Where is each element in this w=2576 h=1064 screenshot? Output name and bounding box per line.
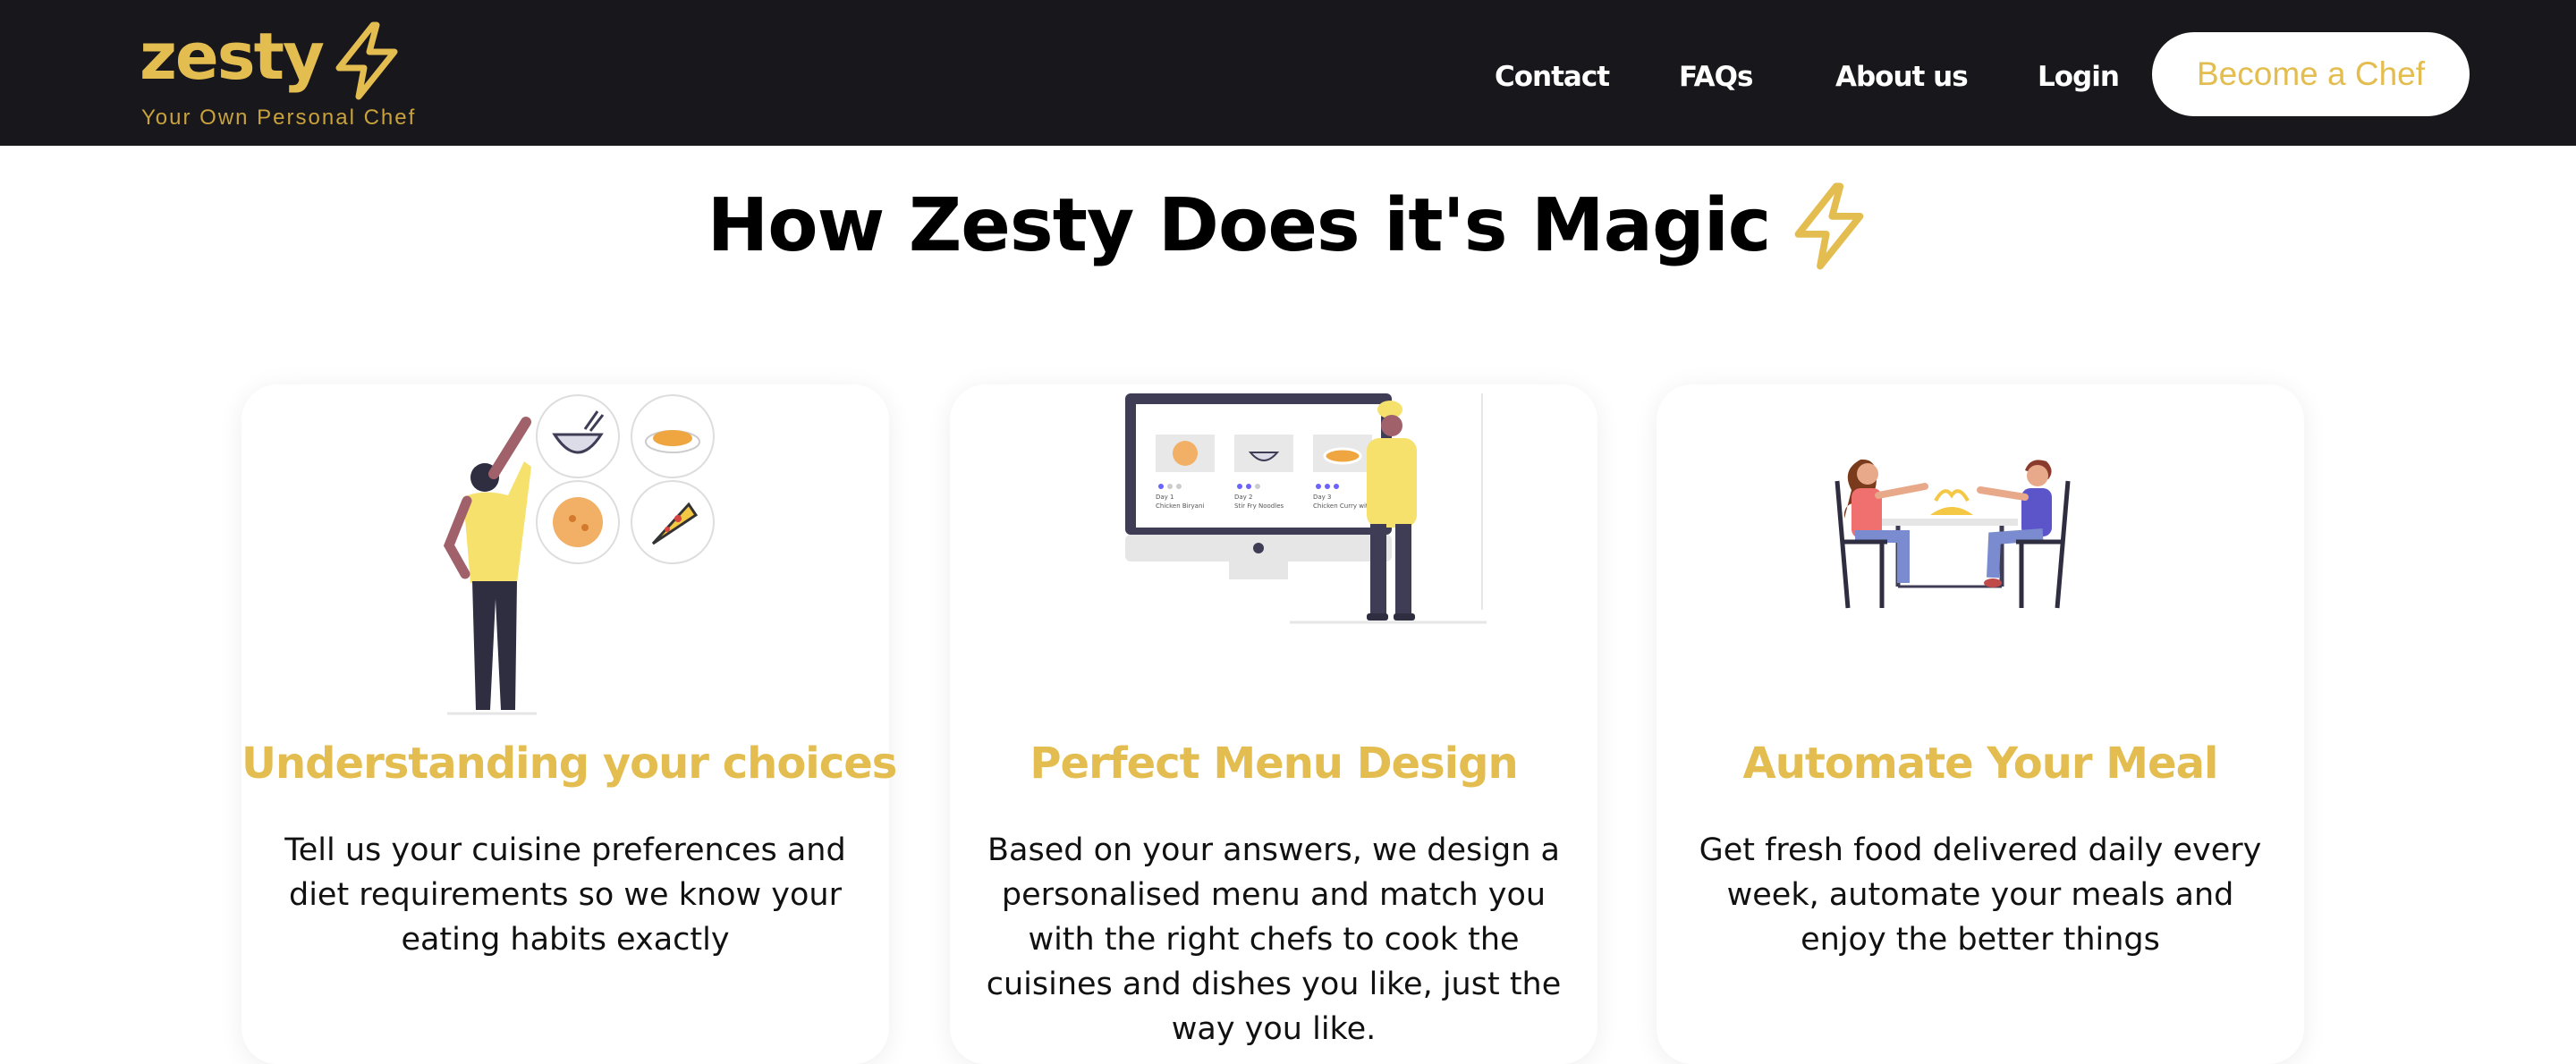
screen-label: Stir Fry Noodles (1234, 502, 1284, 510)
screen-label: Day 3 (1313, 494, 1332, 501)
person-choosing-food-icon (443, 394, 715, 715)
become-a-chef-button[interactable]: Become a Chef (2152, 32, 2470, 116)
lightning-bolt-icon (1794, 182, 1864, 270)
couple-dining-icon (1835, 459, 2071, 609)
logo-wordmark: zesty (140, 19, 325, 94)
lightning-bolt-icon (335, 21, 398, 100)
screen-label: Chicken Biryani (1156, 502, 1204, 510)
nav-login-link[interactable]: Login (2038, 59, 2120, 95)
card-description: Tell us your cuisine preferences and die… (284, 832, 846, 958)
nav-contact-link[interactable]: Contact (1495, 59, 1610, 95)
card-title: Perfect Menu Design (1030, 739, 1518, 789)
feature-card-choices: Understanding your choices Tell us your … (242, 384, 897, 1064)
section-heading: How Zesty Does it's Magic (0, 182, 2576, 271)
feature-card-menu: Day 1 Chicken Biryani Day 2 Stir Fry Noo… (950, 384, 1597, 1064)
nav-about-link[interactable]: About us (1835, 59, 1969, 95)
nav-faqs-link[interactable]: FAQs (1679, 59, 1753, 95)
card-description: Get fresh food delivered daily every wee… (1699, 832, 2262, 958)
screen-label: Day 2 (1234, 494, 1253, 501)
screen-label: Day 1 (1156, 494, 1174, 501)
monitor-menu-chef-icon: Day 1 Chicken Biryani Day 2 Stir Fry Noo… (1125, 393, 1487, 624)
logo[interactable]: zesty Your Own Personal Chef (140, 16, 414, 132)
feature-card-automate: Automate Your Meal Get fresh food delive… (1657, 384, 2304, 1064)
section-heading-text: How Zesty Does it's Magic (707, 183, 1772, 268)
navbar: zesty Your Own Personal Chef Contact FAQ… (0, 0, 2576, 146)
card-description: Based on your answers, we design a perso… (986, 832, 1562, 1047)
brand-tagline: Your Own Personal Chef (141, 106, 417, 130)
card-title: Automate Your Meal (1742, 739, 2219, 789)
card-title: Understanding your choices (242, 739, 897, 789)
